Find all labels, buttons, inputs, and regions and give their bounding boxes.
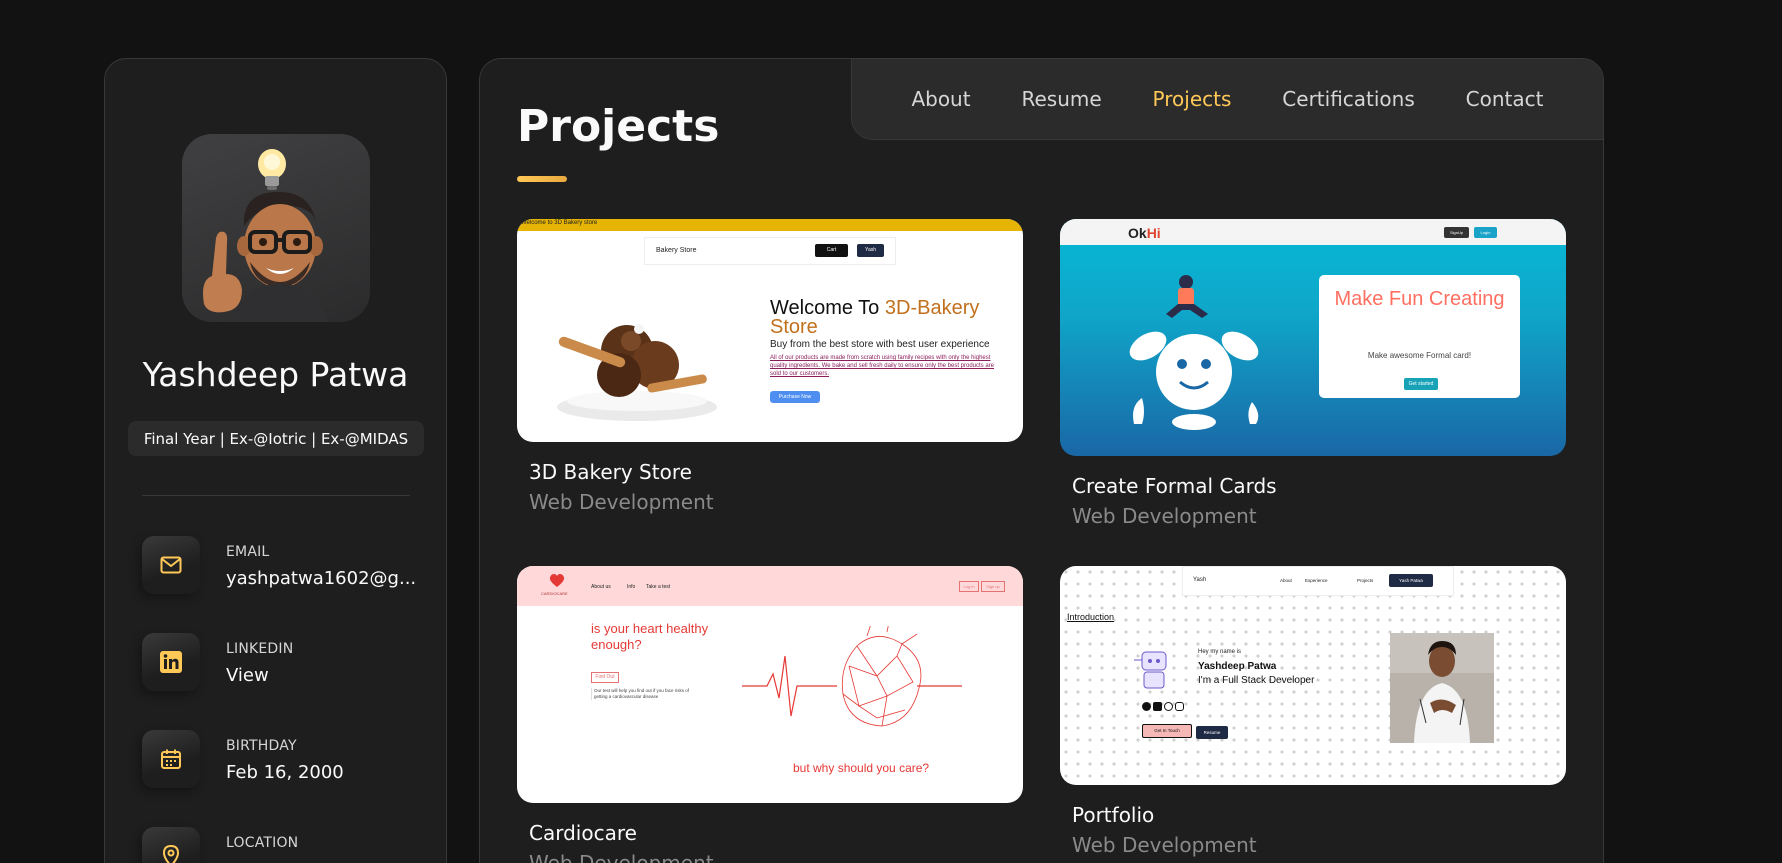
contact-label: Birthday: [226, 738, 297, 754]
page-title: Projects: [517, 101, 720, 152]
main-panel: About Resume Projects Certifications Con…: [479, 58, 1604, 863]
contact-item-email: Email yashpatwa1602@g...: [142, 536, 422, 606]
preview-nav-link: About: [1280, 578, 1292, 583]
preview-social-icons: [1142, 702, 1184, 711]
illustration-icon: [1129, 275, 1259, 430]
sidebar-divider: [142, 495, 410, 496]
preview-question: is your heart healthy enough?: [591, 621, 709, 652]
project-thumbnail[interactable]: Welcome to 3D Bakery store Bakery Store …: [517, 219, 1023, 442]
contact-item-linkedin: Linkedin View: [142, 633, 422, 703]
project-title[interactable]: Portfolio: [1072, 803, 1566, 827]
linkedin-icon: [142, 633, 200, 691]
preview-nav-link: Projects: [1357, 578, 1374, 583]
project-category: Web Development: [529, 490, 714, 514]
nav-contact[interactable]: Contact: [1466, 87, 1544, 111]
title-underline: [517, 176, 567, 182]
ice-cream-icon: [557, 324, 717, 421]
robot-illustration-icon: [1134, 651, 1167, 689]
birthday-value: Feb 16, 2000: [226, 762, 344, 783]
preview-get-in-touch-button: Get In Touch: [1142, 724, 1192, 738]
preview-nav-link: Info: [627, 584, 636, 590]
preview-login-button: Log in: [959, 581, 979, 592]
preview-nav-link: About us: [591, 584, 611, 590]
preview-signup-button: SignUp: [1444, 227, 1469, 238]
preview-nav-link: Experience: [1305, 578, 1328, 583]
preview-logo-b: Hi: [1146, 225, 1161, 241]
preview-body: Our test will help you find out if you f…: [591, 688, 691, 700]
preview-heading: Make Fun Creating: [1334, 288, 1505, 310]
calendar-icon: [142, 730, 200, 788]
heart-logo-icon: [549, 574, 565, 587]
project-thumbnail[interactable]: Yash About Experience Projects Yash Patw…: [1060, 566, 1566, 785]
preview-logo-a: Ok: [1128, 225, 1147, 241]
preview-user-dropdown: Yash: [857, 244, 884, 257]
project-card-cardiocare[interactable]: CARDIOCARE About us Info Take a test Log…: [517, 566, 1023, 863]
project-card-portfolio[interactable]: Yash About Experience Projects Yash Patw…: [1060, 566, 1566, 857]
preview-resume-button: Resume: [1196, 726, 1228, 739]
preview-login-button: LogIn: [1474, 227, 1497, 238]
profile-sidebar: Yashdeep Patwa Final Year | Ex-@Iotric |…: [104, 58, 447, 863]
preview-body: All of our products are made from scratc…: [770, 355, 995, 377]
preview-find-out-button: Find Out: [591, 672, 619, 683]
contact-item-birthday: Birthday Feb 16, 2000: [142, 730, 422, 800]
nav-projects[interactable]: Projects: [1153, 87, 1232, 111]
mail-icon: [142, 536, 200, 594]
preview-brand: Bakery Store: [656, 247, 697, 254]
preview-user-dropdown: Yash Patwa: [1389, 574, 1433, 587]
linkedin-link[interactable]: View: [226, 665, 269, 686]
project-card-bakery[interactable]: Welcome to 3D Bakery store Bakery Store …: [517, 219, 1023, 514]
project-title[interactable]: Cardiocare: [529, 821, 1023, 845]
project-title[interactable]: Create Formal Cards: [1072, 474, 1566, 498]
profile-name: Yashdeep Patwa: [142, 355, 409, 394]
project-category: Web Development: [1072, 833, 1257, 857]
preview-role: I'm a Full Stack Developer: [1198, 675, 1315, 686]
nav-certifications[interactable]: Certifications: [1282, 87, 1414, 111]
project-card-formal-cards[interactable]: OkHi SignUp LogIn Make Fun Creating Make: [1060, 219, 1566, 528]
preview-purchase-button: Purchase Now: [770, 391, 820, 403]
contact-label: Email: [226, 544, 270, 560]
preview-subheading: Make awesome Formal card!: [1367, 351, 1472, 360]
preview-bottom-text: but why should you care?: [793, 761, 930, 775]
project-category: Web Development: [529, 851, 714, 863]
preview-brand: CARDIOCARE: [541, 591, 568, 596]
navbar: About Resume Projects Certifications Con…: [851, 59, 1603, 140]
preview-greeting: Hey my name is: [1198, 649, 1242, 655]
location-icon: [142, 827, 200, 863]
preview-signup-button: Sign up: [981, 581, 1005, 592]
avatar: [182, 134, 370, 322]
preview-cart-button: Cart: [815, 244, 848, 257]
preview-get-started-button: Get started: [1404, 378, 1438, 390]
project-thumbnail[interactable]: CARDIOCARE About us Info Take a test Log…: [517, 566, 1023, 803]
preview-heading: Welcome To 3D-Bakery Store: [770, 298, 1010, 337]
project-thumbnail[interactable]: OkHi SignUp LogIn Make Fun Creating Make: [1060, 219, 1566, 456]
heart-ecg-illustration-icon: [742, 626, 962, 727]
preview-banner: Welcome to 3D Bakery store: [521, 220, 598, 226]
preview-logo: OkHi: [1128, 225, 1161, 241]
preview-nav-link: Take a test: [646, 584, 671, 590]
contact-label: Linkedin: [226, 641, 294, 657]
preview-subheading: Buy from the best store with best user e…: [770, 339, 990, 350]
email-link[interactable]: yashpatwa1602@g...: [226, 568, 416, 589]
preview-section-title: Introduction: [1067, 612, 1115, 622]
contact-item-location: Location: [142, 827, 422, 863]
nav-resume[interactable]: Resume: [1021, 87, 1101, 111]
portrait-photo-icon: [1390, 633, 1494, 743]
memoji-avatar-icon: [203, 149, 328, 322]
project-title[interactable]: 3D Bakery Store: [529, 460, 1023, 484]
contact-label: Location: [226, 835, 299, 851]
preview-name: Yashdeep Patwa: [1198, 661, 1277, 672]
project-category: Web Development: [1072, 504, 1257, 528]
profile-title-badge: Final Year | Ex-@Iotric | Ex-@MIDAS: [128, 421, 424, 456]
nav-about[interactable]: About: [911, 87, 970, 111]
preview-brand: Yash: [1193, 577, 1207, 583]
